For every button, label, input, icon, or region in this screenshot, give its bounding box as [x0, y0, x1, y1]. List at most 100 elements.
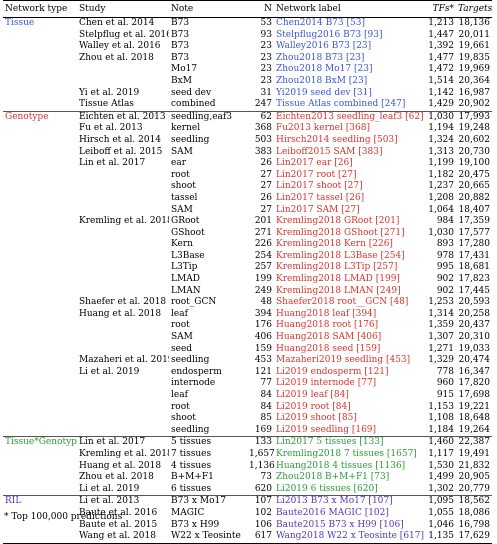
cell-network-type	[3, 262, 77, 274]
cell-n: 169	[254, 424, 272, 435]
cell-tfs: 915	[436, 390, 454, 400]
table-row: L3Base 254 Kremling2018 L3Base [254] 978 17,…	[3, 251, 492, 263]
cell-note: SAM	[171, 204, 193, 215]
cell-network-type	[3, 41, 77, 53]
cell-tfs: 1,153	[428, 401, 454, 412]
cell-study: Lin et al. 2017	[77, 436, 169, 449]
cell-targets: 17,698	[458, 390, 491, 400]
cell-note: B73 x Mo17	[169, 495, 247, 508]
cell-network-type	[3, 251, 77, 263]
cell-note: root	[171, 169, 190, 180]
cell-tfs: 902	[436, 285, 454, 296]
cell-tfs: 1,046	[428, 519, 454, 530]
cell-tfs: 1,460	[424, 436, 456, 449]
cell-targets: 17,993	[456, 110, 492, 124]
cell-note: L3Base	[171, 250, 205, 261]
cell-note: Mo17	[171, 64, 198, 75]
cell-network-label: Kremling2018 GShoot [271]	[276, 227, 405, 238]
cell-note: root_GCN	[171, 297, 217, 308]
cell-network-label: Eichten2013 seedling_leaf3 [62]	[274, 110, 424, 124]
cell-study	[77, 320, 169, 332]
cell-targets: 16,347	[458, 366, 491, 377]
cell-network-label: Lin2017 5 tissues [133]	[274, 436, 424, 449]
cell-targets: 18,086	[458, 507, 491, 518]
cell-n: 23	[260, 41, 272, 52]
cell-network-type: RIL	[3, 495, 77, 508]
table-row: L3Tip 257 Kremling2018 L3Tip [257] 995 18,68…	[3, 262, 492, 274]
cell-study: Li et al. 2019	[79, 366, 140, 377]
cell-network-type	[3, 531, 77, 544]
cell-n: 27	[260, 181, 272, 192]
cell-tfs: 1,472	[428, 64, 454, 75]
cell-tfs: 1,530	[428, 460, 454, 471]
cell-tfs: 1,447	[428, 29, 454, 40]
cell-targets: 17,445	[458, 285, 491, 296]
cell-network-type	[3, 390, 77, 402]
cell-network-label: Wang2018 W22 x Teosinte [617]	[274, 531, 424, 544]
cell-study	[77, 64, 169, 76]
cell-targets: 20,602	[458, 134, 491, 145]
cell-n: 62	[247, 110, 274, 124]
cell-network-type	[3, 216, 77, 228]
cell-targets: 19,969	[458, 64, 491, 75]
cell-study: Huang et al. 2018	[79, 460, 162, 471]
cell-network-type: Tissue*Genotype	[3, 436, 77, 449]
cell-network-label: Lin2017 shoot [27]	[276, 181, 363, 192]
cell-tfs: 1,182	[428, 169, 454, 180]
cell-study: Eichten et al. 2013	[77, 110, 169, 124]
cell-targets: 16,987	[458, 87, 491, 98]
cell-n: 26	[260, 192, 272, 203]
cell-targets: 19,661	[458, 41, 491, 52]
cell-n: 247	[254, 99, 272, 110]
table-body: Tissue Chen et al. 2014 B73 53 Chen2014 B73 …	[3, 18, 492, 544]
cell-targets: 18,407	[458, 204, 491, 215]
table-row: Fu et al. 2013 kernel 368 Fu2013 kernel [36…	[3, 123, 492, 135]
cell-targets: 20,905	[458, 472, 491, 483]
cell-n: 394	[254, 308, 272, 319]
cell-study	[77, 413, 169, 425]
cell-tfs: 1,329	[428, 355, 454, 366]
cell-network-label: Huang2018 SAM [406]	[276, 332, 382, 343]
cell-targets: 20,474	[458, 355, 491, 366]
cell-network-label: Li2019 leaf [84]	[276, 390, 349, 400]
cell-study	[77, 402, 169, 414]
cell-network-type	[3, 461, 77, 473]
cell-note: Kern	[171, 239, 193, 250]
cell-network-type	[3, 320, 77, 332]
cell-study: Li et al. 2013	[77, 495, 169, 508]
cell-network-label: Zhou2018 Mo17 [23]	[276, 64, 373, 75]
cell-note: L3Tip	[171, 262, 198, 273]
cell-note: seedling	[171, 424, 210, 435]
table-row: Kern 226 Kremling2018 Kern [226] 893 17,280	[3, 239, 492, 251]
cell-tfs: 1,030	[428, 227, 454, 238]
cell-network-type	[3, 332, 77, 344]
network-table: Network type Study Note N Network label …	[3, 0, 492, 544]
cell-network-label: Stelpflug2016 B73 [93]	[276, 29, 383, 40]
cell-note: shoot	[171, 413, 196, 424]
cell-study: Kremling et al. 2018	[79, 448, 169, 459]
table-row: Li et al. 2019 endosperm 121 Li2019 endospe…	[3, 367, 492, 379]
table-row: SAM 406 Huang2018 SAM [406] 1,307 20,310	[3, 332, 492, 344]
cell-network-type	[3, 355, 77, 367]
cell-network-label: Walley2016 B73 [23]	[276, 41, 372, 52]
cell-n: 121	[254, 366, 272, 377]
cell-n: 106	[254, 519, 272, 530]
cell-network-type	[3, 123, 77, 135]
cell-network-type: Tissue	[5, 18, 35, 28]
cell-tfs: 1,108	[428, 413, 454, 424]
cell-targets: 18,681	[458, 262, 491, 273]
cell-network-label: Kremling2018 7 tissues [1657]	[276, 448, 417, 459]
cell-network-type	[3, 30, 77, 42]
table-row: root 84 Li2019 root [84] 1,153 19,221	[3, 402, 492, 414]
cell-note: 5 tissues	[169, 436, 247, 449]
cell-network-label: Kremling2018 L3Tip [257]	[276, 262, 398, 273]
cell-n: 23	[260, 52, 272, 63]
cell-network-label: Yi2019 seed dev [31]	[276, 87, 372, 98]
cell-targets: 19,248	[458, 123, 491, 134]
cell-n: 620	[254, 483, 272, 494]
cell-n: 107	[247, 495, 274, 508]
table-row: Li et al. 2019 6 tissues 620 Li2019 6 tissu…	[3, 484, 492, 496]
cell-network-label: Li2019 root [84]	[276, 401, 351, 412]
cell-network-type	[3, 193, 77, 205]
cell-network-label: Lin2017 ear [26]	[276, 158, 353, 169]
